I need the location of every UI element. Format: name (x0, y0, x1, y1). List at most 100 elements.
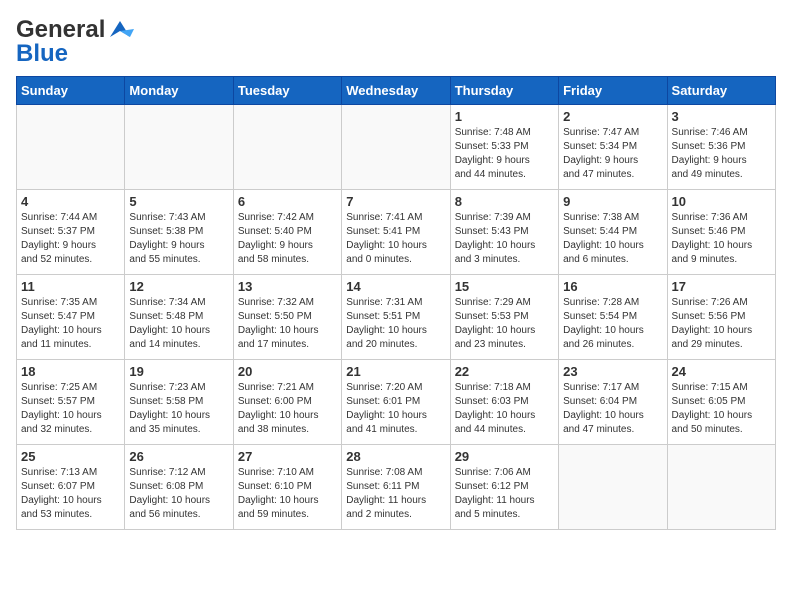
day-info: Sunrise: 7:44 AM Sunset: 5:37 PM Dayligh… (21, 211, 120, 267)
calendar-cell: 26 Sunrise: 7:12 AM Sunset: 6:08 PM Dayli… (125, 445, 233, 530)
calendar-cell (125, 105, 233, 190)
logo-bird-icon (106, 19, 134, 39)
day-number: 25 (21, 449, 120, 464)
day-number: 13 (238, 279, 337, 294)
calendar-cell: 29 Sunrise: 7:06 AM Sunset: 6:12 PM Dayli… (450, 445, 558, 530)
day-number: 14 (346, 279, 445, 294)
day-info: Sunrise: 7:41 AM Sunset: 5:41 PM Dayligh… (346, 211, 445, 267)
day-number: 1 (455, 109, 554, 124)
week-row-2: 4 Sunrise: 7:44 AM Sunset: 5:37 PM Daylig… (17, 190, 776, 275)
day-info: Sunrise: 7:38 AM Sunset: 5:44 PM Dayligh… (563, 211, 662, 267)
calendar-cell: 22 Sunrise: 7:18 AM Sunset: 6:03 PM Dayli… (450, 360, 558, 445)
calendar-cell: 19 Sunrise: 7:23 AM Sunset: 5:58 PM Dayli… (125, 360, 233, 445)
day-info: Sunrise: 7:47 AM Sunset: 5:34 PM Dayligh… (563, 126, 662, 182)
day-number: 11 (21, 279, 120, 294)
day-number: 9 (563, 194, 662, 209)
day-info: Sunrise: 7:18 AM Sunset: 6:03 PM Dayligh… (455, 381, 554, 437)
weekday-header-monday: Monday (125, 77, 233, 105)
day-number: 12 (129, 279, 228, 294)
calendar-cell: 2 Sunrise: 7:47 AM Sunset: 5:34 PM Daylig… (559, 105, 667, 190)
day-number: 17 (672, 279, 771, 294)
logo-blue-text: Blue (16, 40, 68, 68)
calendar-cell: 12Sunrise: 7:34 AM Sunset: 5:48 PM Dayli… (125, 275, 233, 360)
day-info: Sunrise: 7:20 AM Sunset: 6:01 PM Dayligh… (346, 381, 445, 437)
day-info: Sunrise: 7:29 AM Sunset: 5:53 PM Dayligh… (455, 296, 554, 352)
calendar-cell: 1 Sunrise: 7:48 AM Sunset: 5:33 PM Daylig… (450, 105, 558, 190)
week-row-4: 18 Sunrise: 7:25 AM Sunset: 5:57 PM Dayli… (17, 360, 776, 445)
calendar-cell: 21 Sunrise: 7:20 AM Sunset: 6:01 PM Dayli… (342, 360, 450, 445)
day-number: 18 (21, 364, 120, 379)
calendar-cell: 14 Sunrise: 7:31 AM Sunset: 5:51 PM Dayli… (342, 275, 450, 360)
day-number: 28 (346, 449, 445, 464)
day-info: Sunrise: 7:26 AM Sunset: 5:56 PM Dayligh… (672, 296, 771, 352)
day-info: Sunrise: 7:48 AM Sunset: 5:33 PM Dayligh… (455, 126, 554, 182)
day-number: 22 (455, 364, 554, 379)
logo: General Blue (16, 16, 134, 68)
day-number: 8 (455, 194, 554, 209)
day-info: Sunrise: 7:23 AM Sunset: 5:58 PM Dayligh… (129, 381, 228, 437)
day-info: Sunrise: 7:12 AM Sunset: 6:08 PM Dayligh… (129, 466, 228, 522)
day-number: 6 (238, 194, 337, 209)
day-info: Sunrise: 7:06 AM Sunset: 6:12 PM Dayligh… (455, 466, 554, 522)
weekday-header-sunday: Sunday (17, 77, 125, 105)
day-number: 29 (455, 449, 554, 464)
day-number: 27 (238, 449, 337, 464)
calendar-cell: 23 Sunrise: 7:17 AM Sunset: 6:04 PM Dayli… (559, 360, 667, 445)
day-number: 16 (563, 279, 662, 294)
day-info: Sunrise: 7:15 AM Sunset: 6:05 PM Dayligh… (672, 381, 771, 437)
calendar-cell: 17 Sunrise: 7:26 AM Sunset: 5:56 PM Dayli… (667, 275, 775, 360)
calendar-cell (559, 445, 667, 530)
day-info: Sunrise: 7:28 AM Sunset: 5:54 PM Dayligh… (563, 296, 662, 352)
calendar-cell: 24 Sunrise: 7:15 AM Sunset: 6:05 PM Dayli… (667, 360, 775, 445)
calendar-cell: 6Sunrise: 7:42 AM Sunset: 5:40 PM Daylig… (233, 190, 341, 275)
day-number: 24 (672, 364, 771, 379)
day-number: 26 (129, 449, 228, 464)
calendar-cell: 15 Sunrise: 7:29 AM Sunset: 5:53 PM Dayli… (450, 275, 558, 360)
day-number: 21 (346, 364, 445, 379)
day-info: Sunrise: 7:17 AM Sunset: 6:04 PM Dayligh… (563, 381, 662, 437)
calendar-cell: 25 Sunrise: 7:13 AM Sunset: 6:07 PM Dayli… (17, 445, 125, 530)
calendar-table: SundayMondayTuesdayWednesdayThursdayFrid… (16, 76, 776, 530)
calendar-cell: 10 Sunrise: 7:36 AM Sunset: 5:46 PM Dayli… (667, 190, 775, 275)
day-number: 4 (21, 194, 120, 209)
weekday-header-friday: Friday (559, 77, 667, 105)
day-info: Sunrise: 7:43 AM Sunset: 5:38 PM Dayligh… (129, 211, 228, 267)
calendar-cell: 8 Sunrise: 7:39 AM Sunset: 5:43 PM Daylig… (450, 190, 558, 275)
calendar-cell (342, 105, 450, 190)
day-number: 20 (238, 364, 337, 379)
calendar-cell: 27 Sunrise: 7:10 AM Sunset: 6:10 PM Dayli… (233, 445, 341, 530)
calendar-cell: 9 Sunrise: 7:38 AM Sunset: 5:44 PM Daylig… (559, 190, 667, 275)
day-info: Sunrise: 7:21 AM Sunset: 6:00 PM Dayligh… (238, 381, 337, 437)
day-info: Sunrise: 7:35 AM Sunset: 5:47 PM Dayligh… (21, 296, 120, 352)
day-info: Sunrise: 7:08 AM Sunset: 6:11 PM Dayligh… (346, 466, 445, 522)
day-number: 15 (455, 279, 554, 294)
week-row-5: 25 Sunrise: 7:13 AM Sunset: 6:07 PM Dayli… (17, 445, 776, 530)
day-info: Sunrise: 7:39 AM Sunset: 5:43 PM Dayligh… (455, 211, 554, 267)
calendar-cell (667, 445, 775, 530)
weekday-header-saturday: Saturday (667, 77, 775, 105)
day-number: 10 (672, 194, 771, 209)
weekday-header-row: SundayMondayTuesdayWednesdayThursdayFrid… (17, 77, 776, 105)
weekday-header-wednesday: Wednesday (342, 77, 450, 105)
day-info: Sunrise: 7:36 AM Sunset: 5:46 PM Dayligh… (672, 211, 771, 267)
weekday-header-tuesday: Tuesday (233, 77, 341, 105)
day-number: 2 (563, 109, 662, 124)
calendar-cell: 5 Sunrise: 7:43 AM Sunset: 5:38 PM Daylig… (125, 190, 233, 275)
day-number: 7 (346, 194, 445, 209)
day-number: 19 (129, 364, 228, 379)
calendar-cell: 16 Sunrise: 7:28 AM Sunset: 5:54 PM Dayli… (559, 275, 667, 360)
day-info: Sunrise: 7:10 AM Sunset: 6:10 PM Dayligh… (238, 466, 337, 522)
calendar-cell: 18 Sunrise: 7:25 AM Sunset: 5:57 PM Dayli… (17, 360, 125, 445)
day-number: 3 (672, 109, 771, 124)
day-number: 5 (129, 194, 228, 209)
week-row-3: 11 Sunrise: 7:35 AM Sunset: 5:47 PM Dayli… (17, 275, 776, 360)
weekday-header-thursday: Thursday (450, 77, 558, 105)
day-info: Sunrise: 7:13 AM Sunset: 6:07 PM Dayligh… (21, 466, 120, 522)
calendar-cell: 20 Sunrise: 7:21 AM Sunset: 6:00 PM Dayli… (233, 360, 341, 445)
day-number: 23 (563, 364, 662, 379)
day-info: Sunrise: 7:25 AM Sunset: 5:57 PM Dayligh… (21, 381, 120, 437)
week-row-1: 1 Sunrise: 7:48 AM Sunset: 5:33 PM Daylig… (17, 105, 776, 190)
day-info: Sunrise: 7:31 AM Sunset: 5:51 PM Dayligh… (346, 296, 445, 352)
calendar-cell (17, 105, 125, 190)
calendar-cell: 3Sunrise: 7:46 AM Sunset: 5:36 PM Daylig… (667, 105, 775, 190)
